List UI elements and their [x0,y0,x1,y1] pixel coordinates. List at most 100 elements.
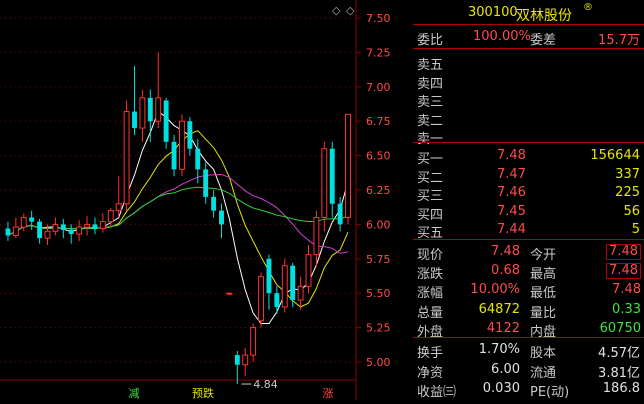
candle-body-down [5,228,11,236]
candle-body-up [281,265,288,308]
stat-value: 0.68 [491,263,520,279]
buy-price: 7.48 [497,148,526,163]
sell-row: 卖一 [413,125,644,147]
candle-body-down [37,221,43,239]
price-tick-label: 6.00 [366,218,391,231]
buy-volume: 225 [615,185,640,201]
candle-body-up [44,230,51,239]
candle-body-down [337,203,343,225]
candle-body-up [226,292,233,295]
weibi-row: 委比 100.00% 委差 15.7万 [413,26,644,48]
candle-body-up [12,226,19,236]
buy-volume: 156644 [590,148,640,163]
fundamental-row: 收益㈢ 0.030 PE(动) 186.8 [413,378,644,400]
price-tick-label: 7.25 [366,46,391,59]
candle-body-down [132,111,137,129]
fundamental-value: 0.030 [482,381,520,396]
candle-body-down [29,217,35,222]
ma40-line [7,186,349,236]
candle-body-up [123,111,130,205]
candle-body-up [155,97,162,122]
candle-body-down [266,258,272,294]
candle-body-down [219,210,224,225]
candle-body-up [321,148,328,219]
signal-tag: 涨 [323,387,334,400]
candle-body-down [234,355,240,365]
buy-price: 7.46 [497,185,526,201]
fundamental-value: 186.8 [602,381,640,396]
stat-value: 7.48 [606,263,641,280]
stat-value: 60750 [599,320,641,336]
divider [413,337,644,338]
candle-body-up [179,120,185,170]
candle-body-up [305,254,312,287]
candle-body-up [84,223,90,228]
buy-price: 7.45 [497,203,526,219]
buy-price: 7.44 [497,222,526,238]
weicha-value: 15.7万 [598,33,640,48]
kline-svg[interactable]: 7.50 7.25 7.00 6.75 6.50 6.25 6.00 5.75 5.50 5.25… [0,0,412,400]
weibi-label: 委比 [417,33,444,48]
candle-body-up [258,276,264,322]
candle-body-down [187,121,193,149]
price-tick-label: 6.50 [366,150,391,163]
stat-value: 10.00% [470,282,520,298]
stat-value: 7.48 [612,282,641,298]
candle-body-up [99,221,106,230]
candle-body-up [76,226,83,235]
candle-body-down [290,265,296,301]
stat-value: 64872 [478,301,520,317]
candle-body-up [107,210,114,223]
candle-body-down [211,196,217,211]
price-tick-label: 5.25 [366,322,391,335]
candle-body-down [68,229,74,235]
fundamental-label: PE(动) [530,385,570,400]
candle-body-down [203,169,209,197]
candle-body-up [115,203,122,212]
candle-body-up [20,217,27,228]
candle-body-up [345,113,351,219]
signal-tag: 预跌 [192,386,214,400]
kline-chart[interactable]: 7.50 7.25 7.00 6.75 6.50 6.25 6.00 5.75 5.50 5.25… [0,0,412,400]
buy-volume: 337 [615,166,640,182]
stat-value: 0.33 [612,301,641,317]
fundamental-label: 收益㈢ [417,385,457,400]
weicha-label: 委差 [530,33,557,48]
candle-body-down [274,293,280,307]
price-tick-label: 5.00 [366,356,391,369]
buy-volume: 5 [631,222,640,238]
quote-header: 300100 双林股份 ® [413,2,644,24]
ma10-line [7,130,349,308]
candle-body-up [242,354,249,366]
divider [413,239,644,240]
signal-tag: 减 [129,387,140,400]
candle-body-down [60,224,66,230]
divider [413,24,644,25]
diamond-icon: ◇ [346,4,355,17]
candle-body-up [313,217,320,256]
weibi-value: 100.00% [473,29,531,44]
price-tick-label: 5.75 [366,253,391,266]
buy-volume: 56 [623,203,640,219]
stat-value: 7.48 [606,244,641,260]
candle-body-up [139,97,146,129]
low-marker-label: 4.84 [253,378,278,391]
candle-body-up [297,285,304,301]
fundamental-value: 6.00 [491,361,520,377]
divider [413,142,644,143]
price-tick-label: 7.00 [366,81,391,94]
candle-body-down [163,100,169,142]
candle-body-down [195,148,201,170]
stock-name: 双林股份 [516,8,572,24]
price-tick-label: 6.25 [366,184,391,197]
stat-value: 4122 [486,320,520,336]
candle-body-up [250,327,257,356]
candle-body-down [171,141,177,170]
candle-body-down [329,148,335,204]
ma5-line [7,110,349,324]
fundamental-value: 1.70% [478,342,520,357]
price-tick-label: 7.50 [366,12,391,25]
buy-price: 7.47 [497,166,526,182]
stock-code: 300100 [468,5,518,20]
price-tick-label: 6.75 [366,115,391,128]
